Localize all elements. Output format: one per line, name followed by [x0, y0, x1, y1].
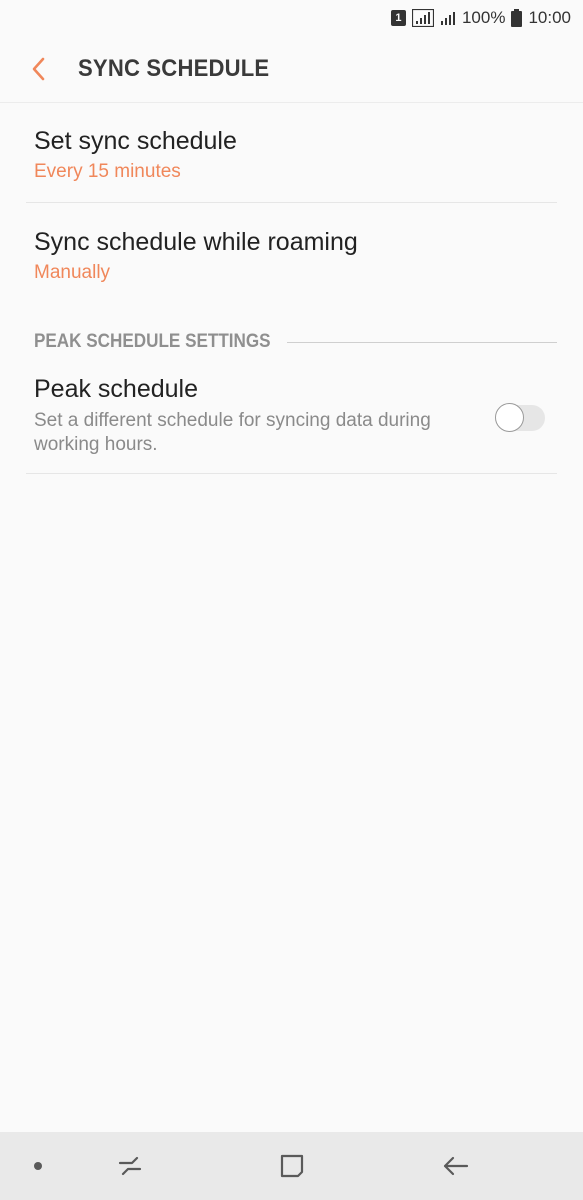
recent-apps-icon: [118, 1156, 142, 1176]
battery-percent: 100%: [461, 8, 506, 27]
roaming-sync-schedule-title: Sync schedule while roaming: [34, 228, 358, 256]
page-title: SYNC SCHEDULE: [78, 55, 270, 82]
signal-strength-secondary-icon: [440, 10, 456, 26]
dot-icon: [34, 1162, 42, 1170]
signal-strength-icon: [411, 9, 434, 27]
set-sync-schedule-title: Set sync schedule: [34, 127, 237, 155]
status-bar: 1 100% 10:00: [0, 0, 583, 36]
nav-back-button[interactable]: [428, 1132, 482, 1200]
roaming-sync-schedule-item[interactable]: Sync schedule while roaming Manually: [26, 203, 557, 303]
clock-time: 10:00: [528, 8, 571, 27]
roaming-sync-schedule-value: Manually: [34, 262, 111, 283]
section-title: PEAK SCHEDULE SETTINGS: [34, 331, 271, 352]
back-arrow-icon: [443, 1156, 469, 1176]
battery-icon: [511, 9, 523, 27]
settings-list: Set sync schedule Every 15 minutes Sync …: [0, 103, 583, 474]
set-sync-schedule-value: Every 15 minutes: [34, 161, 181, 182]
back-button[interactable]: [0, 36, 78, 102]
set-sync-schedule-item[interactable]: Set sync schedule Every 15 minutes: [26, 103, 557, 203]
nav-dot-button[interactable]: [18, 1132, 58, 1200]
app-bar: SYNC SCHEDULE: [0, 36, 583, 103]
navigation-bar: [0, 1132, 583, 1200]
recent-apps-button[interactable]: [105, 1132, 155, 1200]
toggle-knob: [495, 403, 524, 432]
peak-schedule-toggle[interactable]: [495, 403, 545, 432]
section-divider: [286, 341, 557, 343]
peak-schedule-title: Peak schedule: [34, 375, 199, 403]
chevron-left-icon: [32, 57, 45, 81]
peak-schedule-text: Peak schedule Set a different schedule f…: [34, 373, 474, 457]
sim-card-icon: 1: [390, 10, 406, 26]
peak-schedule-summary: Set a different schedule for syncing dat…: [34, 410, 431, 455]
peak-schedule-item[interactable]: Peak schedule Set a different schedule f…: [26, 357, 557, 474]
peak-schedule-section-header: PEAK SCHEDULE SETTINGS: [34, 327, 557, 357]
home-icon: [280, 1154, 304, 1178]
home-button[interactable]: [265, 1132, 319, 1200]
